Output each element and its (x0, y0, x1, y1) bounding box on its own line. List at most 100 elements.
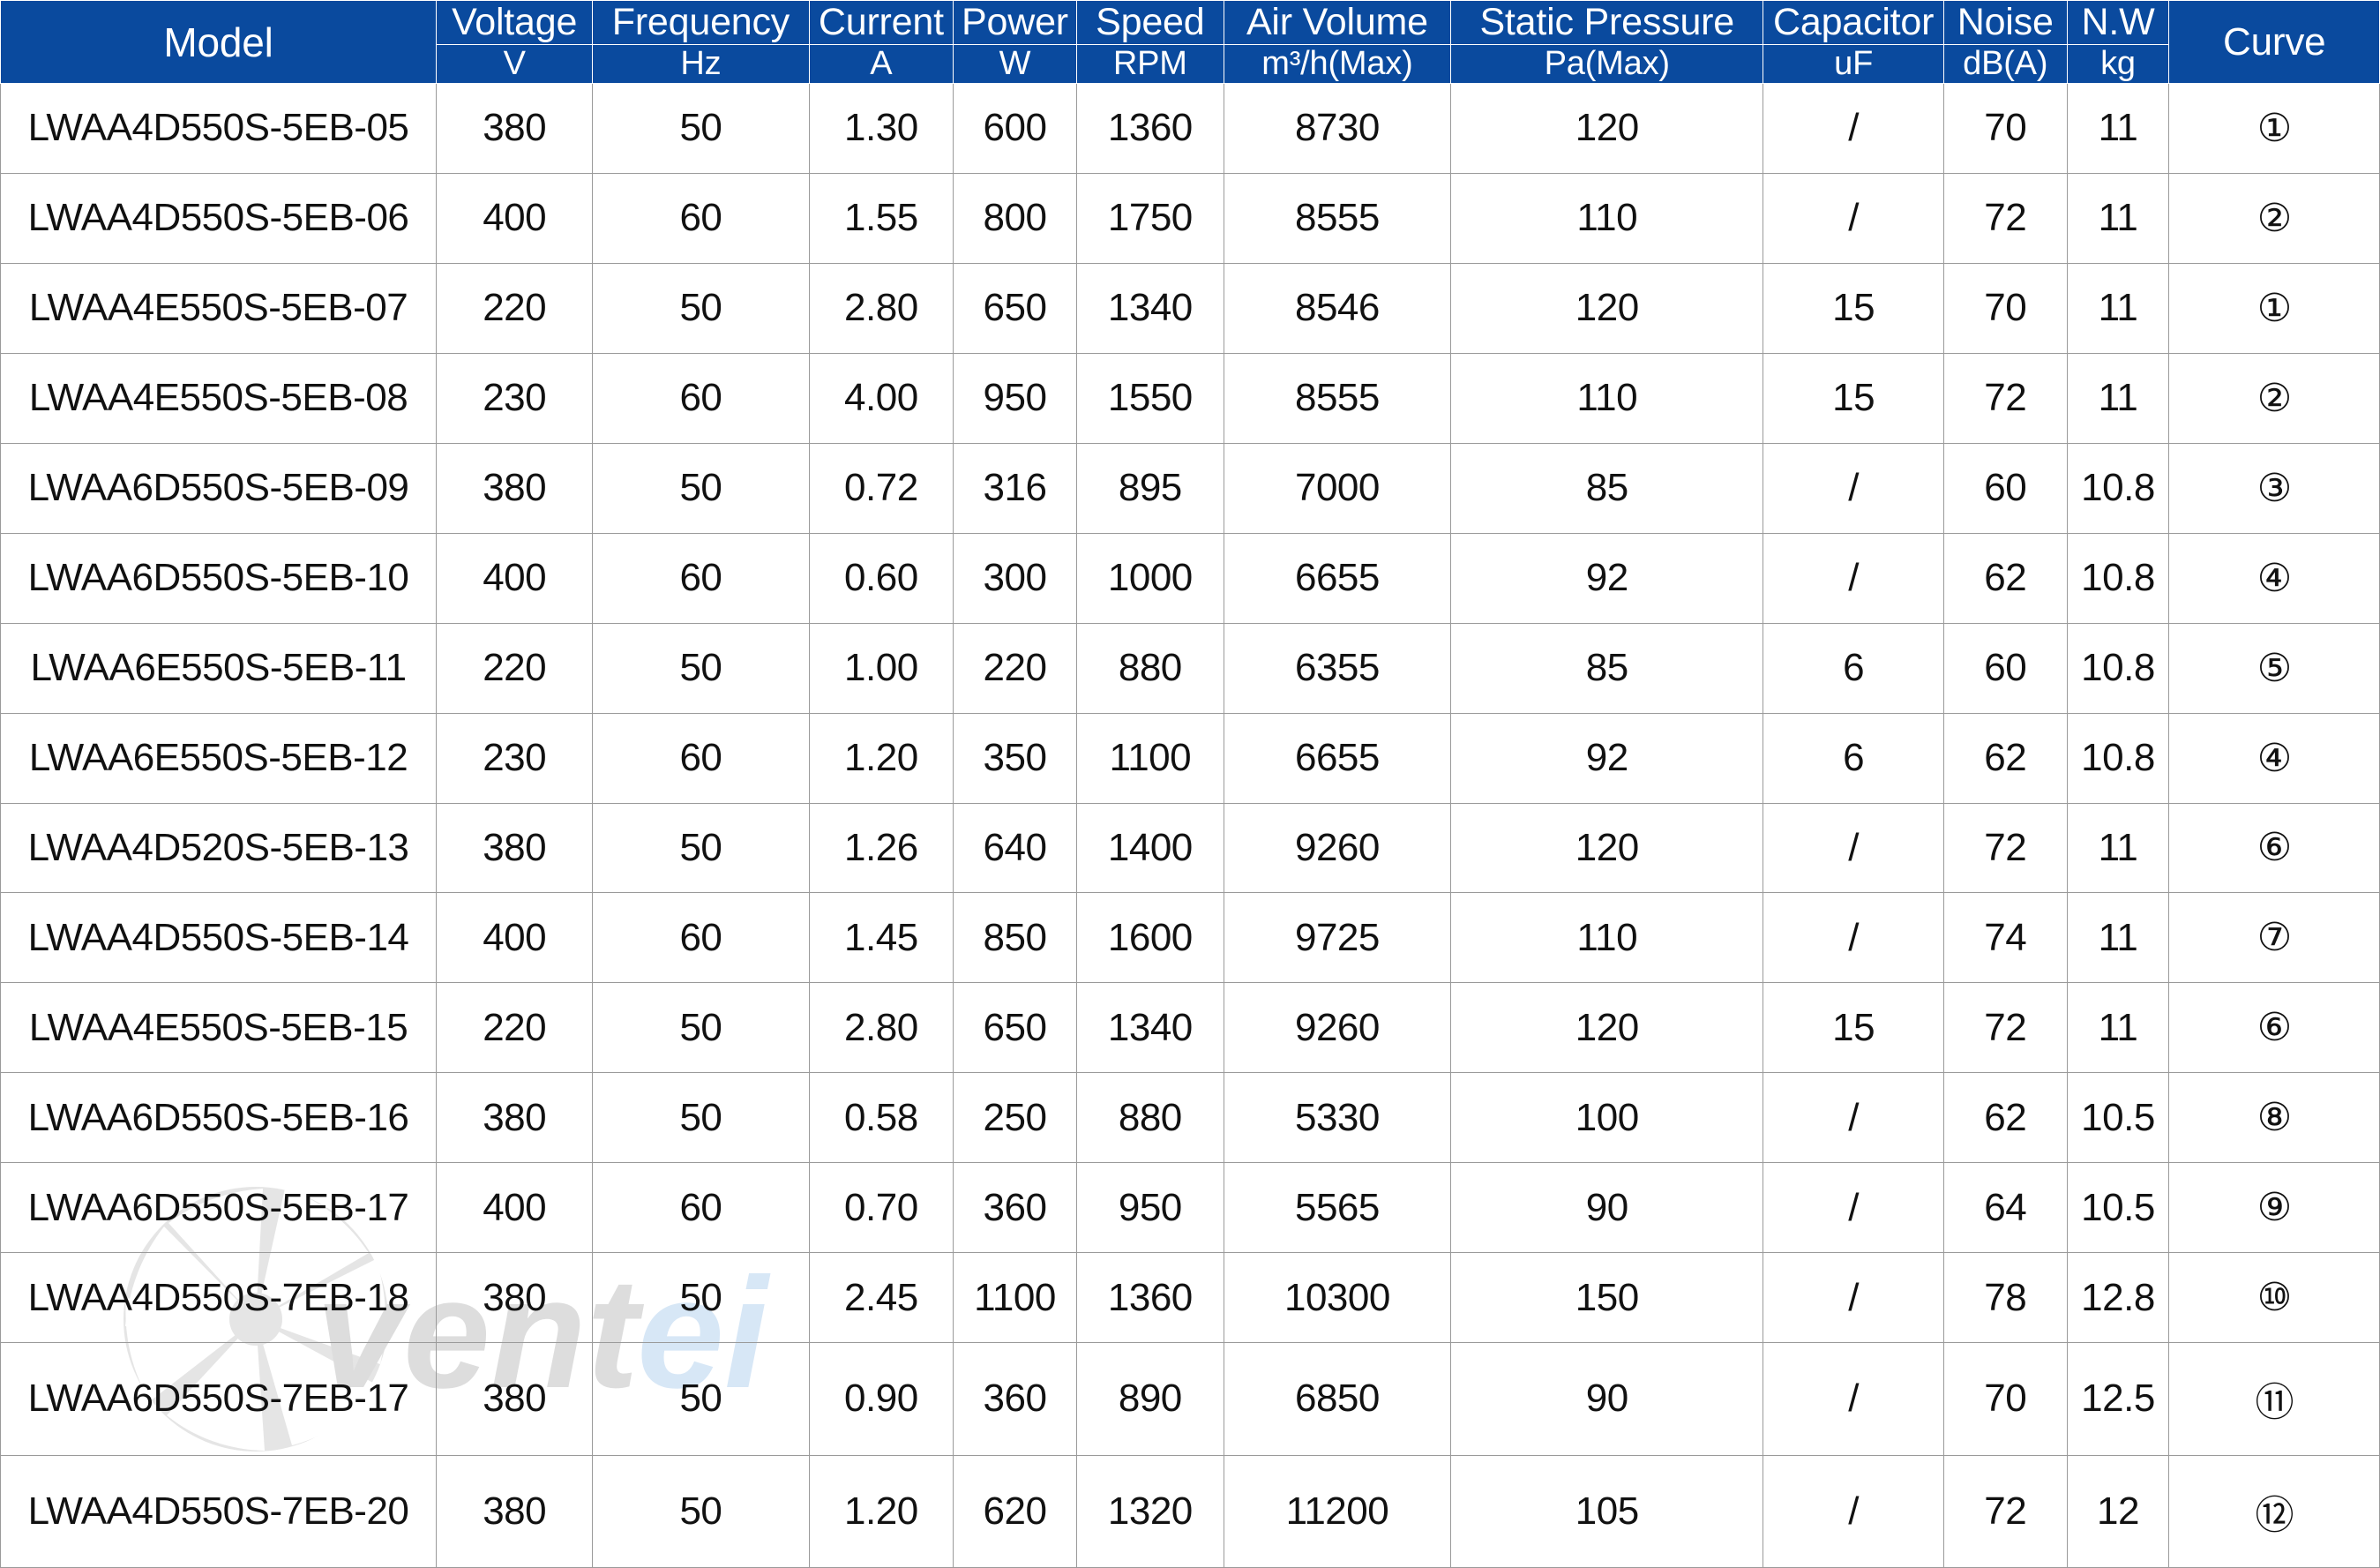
column-header-power: Power (953, 0, 1077, 45)
cell-model: LWAA6E550S-5EB-11 (0, 622, 438, 714)
cell-nw: 11 (2066, 982, 2170, 1074)
cell-nw: 12 (2066, 1454, 2170, 1568)
column-unit-voltage: V (436, 44, 594, 84)
cell-nw: 10.8 (2066, 442, 2170, 534)
cell-current: 2.80 (808, 262, 954, 354)
table-row: LWAA6D550S-5EB-09 380 50 0.72 316 895 7000 85/6… (0, 442, 2380, 534)
cell-curve: ⑧ (2168, 1072, 2380, 1164)
cell-speed: 1000 (1075, 532, 1224, 624)
column-header-frequency: Frequency (592, 0, 810, 45)
cell-nw: 10.8 (2066, 532, 2170, 624)
cell-power: 1100 (953, 1252, 1077, 1344)
cell-speed: 1400 (1075, 802, 1224, 894)
cell-model: LWAA6D550S-5EB-09 (0, 442, 438, 534)
table-body: LWAA4D550S-5EB-05 380 50 1.30 600 1360 8730 120… (0, 83, 2380, 1568)
cell-pressure: 150 (1450, 1252, 1764, 1344)
cell-current: 1.30 (808, 83, 954, 174)
cell-curve: ⑥ (2168, 802, 2380, 894)
cell-power: 850 (953, 892, 1077, 984)
column-unit-frequency: Hz (592, 44, 810, 84)
cell-pressure: 85 (1450, 442, 1764, 534)
cell-voltage: 380 (436, 83, 594, 174)
cell-speed: 1750 (1075, 172, 1224, 264)
cell-air: 8546 (1223, 262, 1452, 354)
cell-curve: ② (2168, 172, 2380, 264)
cell-voltage: 230 (436, 712, 594, 804)
cell-air: 10300 (1223, 1252, 1452, 1344)
cell-frequency: 50 (592, 1454, 810, 1568)
cell-voltage: 380 (436, 1252, 594, 1344)
cell-nw: 11 (2066, 172, 2170, 264)
cell-air: 7000 (1223, 442, 1452, 534)
cell-current: 2.80 (808, 982, 954, 1074)
cell-speed: 1360 (1075, 83, 1224, 174)
cell-speed: 1340 (1075, 262, 1224, 354)
cell-noise: 72 (1942, 172, 2068, 264)
cell-frequency: 50 (592, 622, 810, 714)
table-row: LWAA4D550S-5EB-06 400 60 1.55 800 1750 8555 110… (0, 172, 2380, 264)
cell-model: LWAA4D550S-5EB-06 (0, 172, 438, 264)
cell-current: 2.45 (808, 1252, 954, 1344)
cell-current: 1.20 (808, 1454, 954, 1568)
cell-model: LWAA4D550S-7EB-18 (0, 1252, 438, 1344)
cell-frequency: 50 (592, 982, 810, 1074)
cell-frequency: 50 (592, 802, 810, 894)
cell-curve: ⑤ (2168, 622, 2380, 714)
cell-curve: ⑨ (2168, 1162, 2380, 1254)
table-row: LWAA4D520S-5EB-13 380 50 1.26 640 1400 9260 120… (0, 802, 2380, 894)
cell-power: 650 (953, 262, 1077, 354)
cell-voltage: 230 (436, 352, 594, 444)
cell-current: 4.00 (808, 352, 954, 444)
cell-capacitor: 6 (1763, 712, 1944, 804)
cell-noise: 60 (1942, 622, 2068, 714)
cell-frequency: 60 (592, 712, 810, 804)
cell-frequency: 50 (592, 262, 810, 354)
cell-current: 0.58 (808, 1072, 954, 1164)
table-row: LWAA4E550S-5EB-08 230 60 4.00 950 1550 8555 110… (0, 352, 2380, 444)
column-unit-current: A (808, 44, 954, 84)
cell-capacitor: 15 (1763, 982, 1944, 1074)
cell-current: 1.26 (808, 802, 954, 894)
cell-capacitor: / (1763, 172, 1944, 264)
cell-power: 360 (953, 1342, 1077, 1456)
cell-air: 9725 (1223, 892, 1452, 984)
cell-nw: 10.8 (2066, 622, 2170, 714)
cell-air: 8555 (1223, 352, 1452, 444)
cell-curve: ⑥ (2168, 982, 2380, 1074)
table-row: LWAA6E550S-5EB-12 230 60 1.20 350 1100 6655 92 6… (0, 712, 2380, 804)
cell-speed: 1600 (1075, 892, 1224, 984)
cell-air: 6655 (1223, 532, 1452, 624)
cell-pressure: 85 (1450, 622, 1764, 714)
cell-model: LWAA6D550S-5EB-10 (0, 532, 438, 624)
table-row: LWAA6E550S-5EB-11 220 50 1.00 220 880 6355 85 6 6… (0, 622, 2380, 714)
cell-model: LWAA4D550S-7EB-20 (0, 1454, 438, 1568)
cell-model: LWAA6D550S-5EB-16 (0, 1072, 438, 1164)
cell-noise: 70 (1942, 262, 2068, 354)
cell-power: 220 (953, 622, 1077, 714)
cell-noise: 70 (1942, 1342, 2068, 1456)
cell-pressure: 90 (1450, 1162, 1764, 1254)
cell-pressure: 120 (1450, 982, 1764, 1074)
column-header-speed: Speed (1075, 0, 1224, 45)
cell-noise: 72 (1942, 982, 2068, 1074)
cell-air: 6850 (1223, 1342, 1452, 1456)
cell-curve: ① (2168, 262, 2380, 354)
cell-capacitor: / (1763, 442, 1944, 534)
cell-current: 0.72 (808, 442, 954, 534)
cell-model: LWAA4D520S-5EB-13 (0, 802, 438, 894)
cell-model: LWAA6E550S-5EB-12 (0, 712, 438, 804)
cell-pressure: 120 (1450, 83, 1764, 174)
table-row: LWAA6D550S-5EB-17 400 60 0.70 360 950 5565 90/6… (0, 1162, 2380, 1254)
cell-nw: 10.5 (2066, 1072, 2170, 1164)
cell-current: 0.70 (808, 1162, 954, 1254)
column-unit-speed: RPM (1075, 44, 1224, 84)
cell-current: 1.45 (808, 892, 954, 984)
cell-pressure: 120 (1450, 262, 1764, 354)
cell-power: 600 (953, 83, 1077, 174)
cell-capacitor: 15 (1763, 352, 1944, 444)
cell-noise: 64 (1942, 1162, 2068, 1254)
cell-voltage: 220 (436, 622, 594, 714)
cell-frequency: 50 (592, 1072, 810, 1164)
spec-table-sheet: vent ei Model Voltage Frequency Current … (0, 0, 2380, 1568)
cell-noise: 78 (1942, 1252, 2068, 1344)
